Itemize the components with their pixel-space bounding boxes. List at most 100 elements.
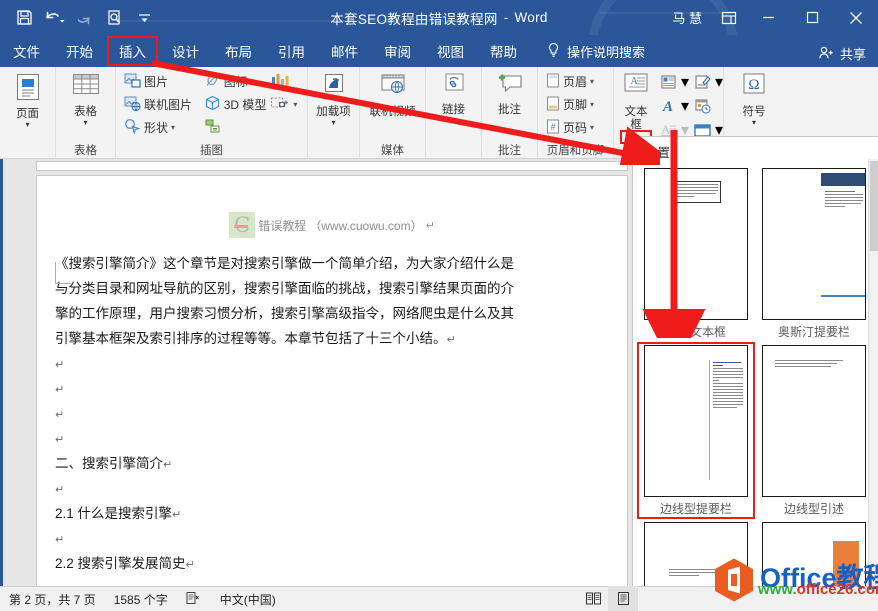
undo-icon[interactable] [40, 5, 68, 31]
tab-label: 审阅 [384, 45, 411, 60]
chevron-down-icon[interactable]: ▾ [752, 119, 756, 127]
tab-references[interactable]: 引用 [265, 35, 318, 67]
tab-layout[interactable]: 布局 [212, 35, 265, 67]
print-preview-icon[interactable] [100, 5, 128, 31]
tab-review[interactable]: 审阅 [371, 35, 424, 67]
gallery-scrollbar[interactable] [868, 159, 878, 610]
share-button[interactable]: 共享 [818, 44, 866, 63]
tab-label: 文件 [13, 45, 40, 60]
paragraph: 引擎基本框架及索引排序的过程等等。本章节包括了十三个小结。↵ [55, 327, 605, 352]
paragraph: ↵ [55, 477, 605, 502]
document-page[interactable]: C 错误教程 （www.cuowu.com） ↵ 《搜索引擎简介》这个章节是对搜… [36, 175, 628, 586]
online-video-button[interactable]: 联机视频 [365, 70, 420, 119]
tab-file[interactable]: 文件 [0, 35, 53, 67]
chevron-down-icon[interactable]: ▾ [171, 123, 175, 132]
word-count[interactable]: 1585 个字 [105, 591, 177, 608]
table-button[interactable]: 表格 ▾ [61, 70, 110, 127]
text-box-gallery-panel[interactable]: 内置 简单文本框 奥斯汀提要栏 边线型提要栏 边线型引述 [632, 136, 878, 611]
proofing-status[interactable] [177, 591, 211, 608]
comments-group-label: 批注 [498, 145, 521, 157]
chevron-down-icon[interactable]: ▾ [293, 100, 297, 109]
smartart-icon [204, 118, 223, 137]
icons-button[interactable]: 图标 [201, 70, 270, 93]
paragraph-heading: 二、搜索引擎简介↵ [55, 452, 605, 477]
chevron-down-icon[interactable]: ▾ [681, 96, 689, 116]
redo-icon[interactable] [70, 5, 98, 31]
chevron-down-icon[interactable]: ▾ [83, 119, 87, 127]
paragraph: ↵ [55, 527, 605, 552]
read-mode-view-button[interactable] [578, 586, 608, 611]
page-indicator[interactable]: 第 2 页，共 7 页 [0, 591, 105, 608]
share-label: 共享 [839, 47, 866, 62]
symbol-button[interactable]: Ω 符号 ▾ [729, 70, 779, 127]
paragraph-mark: ↵ [446, 334, 456, 346]
gallery-item-caption: 简单文本框 [665, 325, 726, 339]
margin-corner-mark [55, 262, 71, 284]
paragraph: ↵ [55, 577, 605, 586]
language-indicator[interactable]: 中文(中国) [211, 591, 285, 608]
tell-me-search[interactable]: 操作说明搜索 [530, 35, 645, 67]
addins-button[interactable]: 加载项 ▾ [313, 70, 354, 127]
tab-view[interactable]: 视图 [424, 35, 477, 67]
comment-button[interactable]: 批注 [487, 70, 532, 117]
word-window: 本套SEO教程由错误教程网 - Word 马 慧 文件 开始 插入 设计 布局 [0, 0, 878, 611]
chevron-down-icon[interactable]: ▾ [25, 121, 29, 129]
tab-home[interactable]: 开始 [53, 35, 106, 67]
document-body[interactable]: 《搜索引擎简介》这个章节是对搜索引擎做一个简单介绍，为大家介绍什么是 与分类目录… [37, 238, 627, 586]
save-icon[interactable] [10, 5, 38, 31]
gallery-item-sideline-sidebar[interactable]: 边线型提要栏 [637, 342, 755, 519]
picture-icon [124, 72, 141, 91]
gallery-item-caption: 奥斯汀提要栏 [777, 325, 850, 339]
minimize-button[interactable] [746, 0, 790, 35]
picture-button[interactable]: 图片 [121, 70, 201, 93]
gallery-thumbnail [762, 168, 866, 320]
tab-label: 插入 [119, 45, 146, 60]
language-label: 中文(中国) [219, 592, 276, 607]
footer-label: 页脚 [563, 98, 588, 112]
account-name[interactable]: 马 慧 [662, 8, 712, 27]
chevron-down-icon[interactable]: ▾ [590, 77, 594, 86]
link-button[interactable]: 链接 ▾ [431, 70, 476, 125]
chevron-down-icon[interactable]: ▾ [590, 123, 594, 132]
shapes-button[interactable]: 形状 ▾ [121, 116, 201, 139]
footer-button[interactable]: 页脚 ▾ [543, 93, 597, 116]
tab-insert[interactable]: 插入 [106, 35, 159, 67]
spelling-check-icon [186, 591, 202, 608]
tab-mailings[interactable]: 邮件 [318, 35, 371, 67]
document-parts-icon[interactable] [655, 70, 681, 94]
smartart-button[interactable] [201, 116, 270, 139]
chevron-down-icon[interactable]: ▾ [590, 100, 594, 109]
gallery-item-sideline-quote[interactable]: 边线型引述 [755, 342, 873, 519]
horizontal-ruler[interactable] [36, 161, 628, 171]
page-number-button[interactable]: # 页码 ▾ [543, 116, 597, 139]
chevron-down-icon[interactable]: ▾ [715, 72, 723, 92]
tab-help[interactable]: 帮助 [477, 35, 530, 67]
online-video-icon [377, 72, 409, 104]
close-button[interactable] [834, 0, 878, 35]
chevron-down-icon[interactable]: ▾ [681, 72, 689, 92]
print-layout-view-button[interactable] [608, 586, 638, 611]
maximize-button[interactable] [790, 0, 834, 35]
gallery-item-austin-sidebar[interactable]: 奥斯汀提要栏 [755, 165, 873, 342]
document-area[interactable]: C 错误教程 （www.cuowu.com） ↵ 《搜索引擎简介》这个章节是对搜… [0, 159, 632, 586]
chevron-down-icon[interactable]: ▾ [331, 119, 335, 127]
signature-line-icon[interactable] [689, 70, 715, 94]
date-time-icon[interactable] [689, 94, 715, 118]
tab-design[interactable]: 设计 [159, 35, 212, 67]
text-box-icon: A [619, 72, 653, 104]
svg-text:A: A [662, 99, 673, 114]
chevron-down-icon[interactable]: ▾ [451, 117, 455, 125]
pages-button[interactable]: 页面 ▾ [5, 70, 50, 129]
ribbon-display-options-icon[interactable] [712, 3, 746, 33]
screenshot-button[interactable]: ▾ [269, 93, 302, 116]
header-button[interactable]: 页眉 ▾ [543, 70, 597, 93]
gallery-item-simple-textbox[interactable]: 简单文本框 [637, 165, 755, 342]
chart-button[interactable] [269, 70, 302, 93]
app-name: Word [514, 10, 548, 25]
3d-model-button[interactable]: 3D 模型 [201, 93, 270, 116]
customize-qat-icon[interactable] [130, 5, 158, 31]
gallery-scrollbar-thumb[interactable] [870, 161, 878, 251]
text-box-button[interactable]: A 文本框 ▾ [619, 70, 653, 144]
wordart-icon[interactable]: A [655, 94, 681, 118]
online-picture-button[interactable]: 联机图片 [121, 93, 201, 116]
